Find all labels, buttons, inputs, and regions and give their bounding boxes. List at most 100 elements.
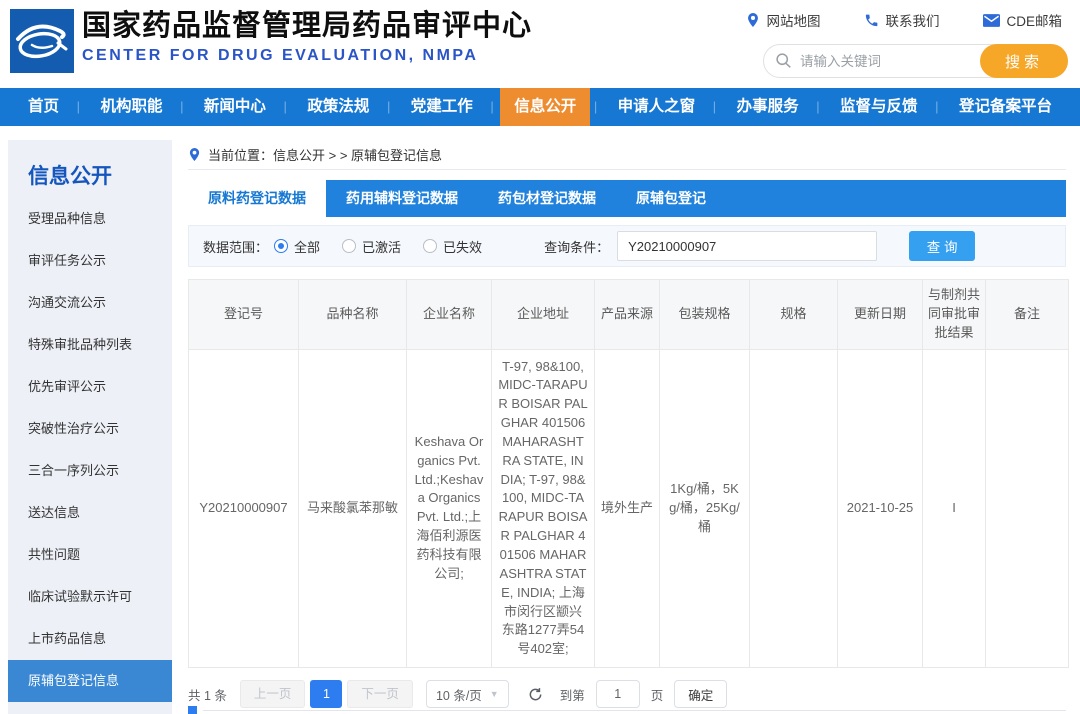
phone-icon (864, 13, 879, 28)
quick-links: 网站地图 联系我们 CDE邮箱 (746, 10, 1062, 30)
filter-bar: 数据范围： 全部 已激活 已失效 查询条件： 查 询 (188, 225, 1066, 267)
sidebar-item-special-approval[interactable]: 特殊审批品种列表 (8, 324, 172, 366)
tab-excipient-registration[interactable]: 药用辅料登记数据 (326, 180, 478, 217)
sidebar-item-priority-review[interactable]: 优先审评公示 (8, 366, 172, 408)
confirm-button[interactable]: 确定 (674, 680, 727, 708)
sidebar: 信息公开 受理品种信息 审评任务公示 沟通交流公示 特殊审批品种列表 优先审评公… (8, 140, 172, 714)
sidebar-item-three-in-one[interactable]: 三合一序列公示 (8, 450, 172, 492)
site-subtitle: CENTER FOR DRUG EVALUATION, NMPA (82, 47, 532, 65)
nav-item-supervision[interactable]: 监督与反馈 (826, 88, 932, 126)
query-button[interactable]: 查 询 (909, 231, 975, 261)
cell-packaging-spec: 1Kg/桶，5Kg/桶，25Kg/桶 (660, 349, 750, 668)
main-content: 当前位置：信息公开 > > 原辅包登记信息 原料药登记数据 药用辅料登记数据 药… (188, 140, 1066, 708)
nav-item-news[interactable]: 新闻中心 (190, 88, 280, 126)
footer-divider (203, 710, 1066, 711)
radio-activated-icon[interactable] (342, 239, 356, 253)
col-joint-review-result: 与制剂共同审批审批结果 (923, 280, 986, 350)
col-company-name: 企业名称 (407, 280, 492, 350)
site-header: 国家药品监督管理局药品审评中心 CENTER FOR DRUG EVALUATI… (0, 0, 1080, 88)
nav-item-home[interactable]: 首页 (14, 88, 73, 126)
radio-expired-icon[interactable] (423, 239, 437, 253)
goto-unit: 页 (651, 685, 664, 704)
nav-item-registration-platform[interactable]: 登记备案平台 (945, 88, 1066, 126)
nav-item-functions[interactable]: 机构职能 (86, 88, 176, 126)
col-variety-name: 品种名称 (299, 280, 407, 350)
query-input[interactable] (617, 231, 877, 261)
goto-label: 到第 (560, 685, 585, 704)
location-pin-icon (746, 12, 760, 28)
query-label: 查询条件： (544, 237, 609, 256)
table-row: Y20210000907 马来酸氯苯那敏 Keshava Organics Pv… (189, 349, 1069, 668)
next-page-button[interactable]: 下一页 (347, 680, 413, 708)
sidebar-item-delivery-info[interactable]: 送达信息 (8, 492, 172, 534)
mailbox-link[interactable]: CDE邮箱 (983, 10, 1062, 30)
radio-all-icon[interactable] (274, 239, 288, 253)
sitemap-link[interactable]: 网站地图 (746, 10, 820, 30)
chevron-down-icon: ▼ (490, 689, 499, 699)
radio-all[interactable]: 全部 (274, 237, 320, 256)
footer-top-edge (188, 706, 1066, 714)
col-product-source: 产品来源 (595, 280, 660, 350)
current-page-button[interactable]: 1 (310, 680, 342, 708)
cell-remark (986, 349, 1069, 668)
site-title: 国家药品监督管理局药品审评中心 (82, 7, 532, 45)
tab-api-registration[interactable]: 原料药登记数据 (188, 180, 326, 217)
total-count: 共 1 条 (188, 685, 227, 704)
sidebar-item-common-issues[interactable]: 共性问题 (8, 534, 172, 576)
footer-accent-mark (188, 706, 197, 714)
col-registration-no: 登记号 (189, 280, 299, 350)
tab-bar: 原料药登记数据 药用辅料登记数据 药包材登记数据 原辅包登记 (188, 180, 1066, 217)
breadcrumb: 当前位置：信息公开 > > 原辅包登记信息 (188, 140, 1066, 170)
col-packaging-spec: 包装规格 (660, 280, 750, 350)
site-title-block: 国家药品监督管理局药品审评中心 CENTER FOR DRUG EVALUATI… (82, 7, 532, 65)
col-spec: 规格 (750, 280, 838, 350)
sitemap-label: 网站地图 (766, 10, 820, 30)
col-company-address: 企业地址 (492, 280, 595, 350)
nav-item-applicant[interactable]: 申请人之窗 (604, 88, 710, 126)
nav-item-info-disclosure[interactable]: 信息公开 (500, 88, 590, 126)
sidebar-item-raw-excipient-packaging[interactable]: 原辅包登记信息 (8, 660, 172, 702)
main-nav: 首页 机构职能 新闻中心 政策法规 党建工作 信息公开 申请人之窗 办事服务 监… (0, 88, 1080, 126)
sidebar-title: 信息公开 (8, 140, 172, 198)
cell-spec (750, 349, 838, 668)
registration-table: 登记号 品种名称 企业名称 企业地址 产品来源 包装规格 规格 更新日期 与制剂… (188, 279, 1069, 668)
goto-page-input[interactable] (596, 680, 640, 708)
table-header-row: 登记号 品种名称 企业名称 企业地址 产品来源 包装规格 规格 更新日期 与制剂… (189, 280, 1069, 350)
cell-joint-review-result: I (923, 349, 986, 668)
nav-item-services[interactable]: 办事服务 (723, 88, 813, 126)
site-search: 搜索 (763, 44, 1068, 78)
col-remark: 备注 (986, 280, 1069, 350)
scope-radio-group: 全部 已激活 已失效 (274, 237, 482, 256)
location-pin-icon (188, 147, 201, 162)
sidebar-item-review-tasks[interactable]: 审评任务公示 (8, 240, 172, 282)
nav-item-policy[interactable]: 政策法规 (293, 88, 383, 126)
contact-link[interactable]: 联系我们 (864, 10, 939, 30)
tab-packaging-registration[interactable]: 药包材登记数据 (478, 180, 616, 217)
breadcrumb-text: 当前位置：信息公开 > > 原辅包登记信息 (208, 145, 442, 164)
cde-logo-icon[interactable] (10, 9, 74, 73)
tab-raw-excipient-packaging[interactable]: 原辅包登记 (616, 180, 726, 217)
nav-item-party[interactable]: 党建工作 (397, 88, 487, 126)
prev-page-button[interactable]: 上一页 (240, 680, 306, 708)
contact-label: 联系我们 (885, 10, 939, 30)
envelope-icon (983, 14, 1000, 27)
sidebar-item-clinical-trial-license[interactable]: 临床试验默示许可 (8, 576, 172, 618)
cell-company-name: Keshava Organics Pvt. Ltd.;Keshava Organ… (407, 349, 492, 668)
cell-company-address: T-97, 98&100, MIDC-TARAPUR BOISAR PALGHA… (492, 349, 595, 668)
sidebar-item-marketed-drugs[interactable]: 上市药品信息 (8, 618, 172, 660)
pagination: 共 1 条 上一页 1 下一页 10 条/页 ▼ 到第 页 确定 (188, 680, 1066, 708)
radio-activated[interactable]: 已激活 (342, 237, 401, 256)
sidebar-item-accepted-varieties[interactable]: 受理品种信息 (8, 198, 172, 240)
cell-product-source: 境外生产 (595, 349, 660, 668)
page-size-select[interactable]: 10 条/页 ▼ (426, 680, 509, 708)
sidebar-item-communication[interactable]: 沟通交流公示 (8, 282, 172, 324)
radio-expired[interactable]: 已失效 (423, 237, 482, 256)
scope-label: 数据范围： (203, 237, 268, 256)
search-icon (775, 52, 792, 69)
col-update-date: 更新日期 (838, 280, 923, 350)
search-button[interactable]: 搜索 (980, 44, 1068, 78)
cell-update-date: 2021-10-25 (838, 349, 923, 668)
refresh-icon[interactable] (528, 687, 543, 702)
sidebar-item-breakthrough-therapy[interactable]: 突破性治疗公示 (8, 408, 172, 450)
mailbox-label: CDE邮箱 (1006, 10, 1062, 30)
